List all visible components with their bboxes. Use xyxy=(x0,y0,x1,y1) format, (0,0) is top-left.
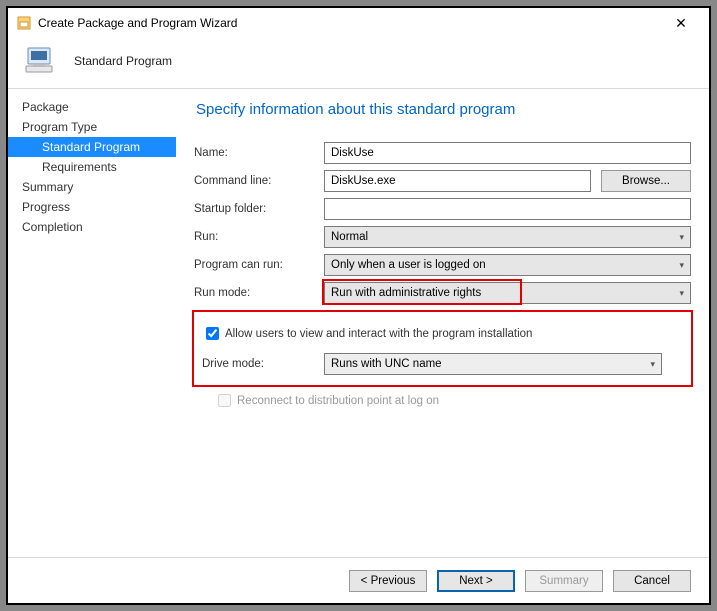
wizard-steps-sidebar: Package Program Type Standard Program Re… xyxy=(8,89,176,557)
label-runmode: Run mode: xyxy=(194,287,324,299)
run-select[interactable]: Normal ▾ xyxy=(324,226,691,248)
computer-icon xyxy=(22,42,60,80)
next-button[interactable]: Next > xyxy=(437,570,515,592)
chevron-down-icon: ▾ xyxy=(679,232,684,243)
reconnect-checkbox xyxy=(218,394,231,407)
startup-input[interactable] xyxy=(324,198,691,220)
run-select-value: Normal xyxy=(331,231,368,243)
sidebar-item-progress[interactable]: Progress xyxy=(8,197,176,217)
label-canrun: Program can run: xyxy=(194,259,324,271)
allow-users-label: Allow users to view and interact with th… xyxy=(225,328,532,340)
run-mode-value: Run with administrative rights xyxy=(331,287,481,299)
chevron-down-icon: ▾ xyxy=(650,359,655,370)
content-panel: Specify information about this standard … xyxy=(176,89,709,557)
wizard-footer: < Previous Next > Summary Cancel xyxy=(8,557,709,603)
summary-button: Summary xyxy=(525,570,603,592)
label-run: Run: xyxy=(194,231,324,243)
label-command: Command line: xyxy=(194,175,324,187)
sidebar-item-completion[interactable]: Completion xyxy=(8,217,176,237)
titlebar: Create Package and Program Wizard ✕ xyxy=(8,8,709,38)
sidebar-item-standard-program[interactable]: Standard Program xyxy=(8,137,176,157)
sidebar-item-program-type[interactable]: Program Type xyxy=(8,117,176,137)
sidebar-item-package[interactable]: Package xyxy=(8,97,176,117)
banner: Standard Program xyxy=(8,38,709,88)
cancel-button[interactable]: Cancel xyxy=(613,570,691,592)
chevron-down-icon: ▾ xyxy=(679,288,684,299)
label-drivemode: Drive mode: xyxy=(202,358,324,370)
page-heading: Specify information about this standard … xyxy=(196,101,691,118)
command-input[interactable] xyxy=(324,170,591,192)
label-startup: Startup folder: xyxy=(194,203,324,215)
close-icon[interactable]: ✕ xyxy=(661,15,701,32)
drive-mode-value: Runs with UNC name xyxy=(331,358,442,370)
wizard-window: Create Package and Program Wizard ✕ Stan… xyxy=(8,8,709,603)
app-icon xyxy=(16,15,32,31)
annotation-highlight-group: Allow users to view and interact with th… xyxy=(192,310,693,387)
program-can-run-value: Only when a user is logged on xyxy=(331,259,486,271)
label-name: Name: xyxy=(194,147,324,159)
allow-users-checkbox[interactable] xyxy=(206,327,219,340)
reconnect-label: Reconnect to distribution point at log o… xyxy=(237,395,439,407)
program-can-run-select[interactable]: Only when a user is logged on ▾ xyxy=(324,254,691,276)
name-input[interactable] xyxy=(324,142,691,164)
drive-mode-select[interactable]: Runs with UNC name ▾ xyxy=(324,353,662,375)
chevron-down-icon: ▾ xyxy=(679,260,684,271)
previous-button[interactable]: < Previous xyxy=(349,570,427,592)
run-mode-select[interactable]: Run with administrative rights ▾ xyxy=(324,282,691,304)
sidebar-item-requirements[interactable]: Requirements xyxy=(8,157,176,177)
browse-button[interactable]: Browse... xyxy=(601,170,691,192)
window-title: Create Package and Program Wizard xyxy=(38,16,661,30)
sidebar-item-summary[interactable]: Summary xyxy=(8,177,176,197)
banner-subtitle: Standard Program xyxy=(74,54,172,68)
